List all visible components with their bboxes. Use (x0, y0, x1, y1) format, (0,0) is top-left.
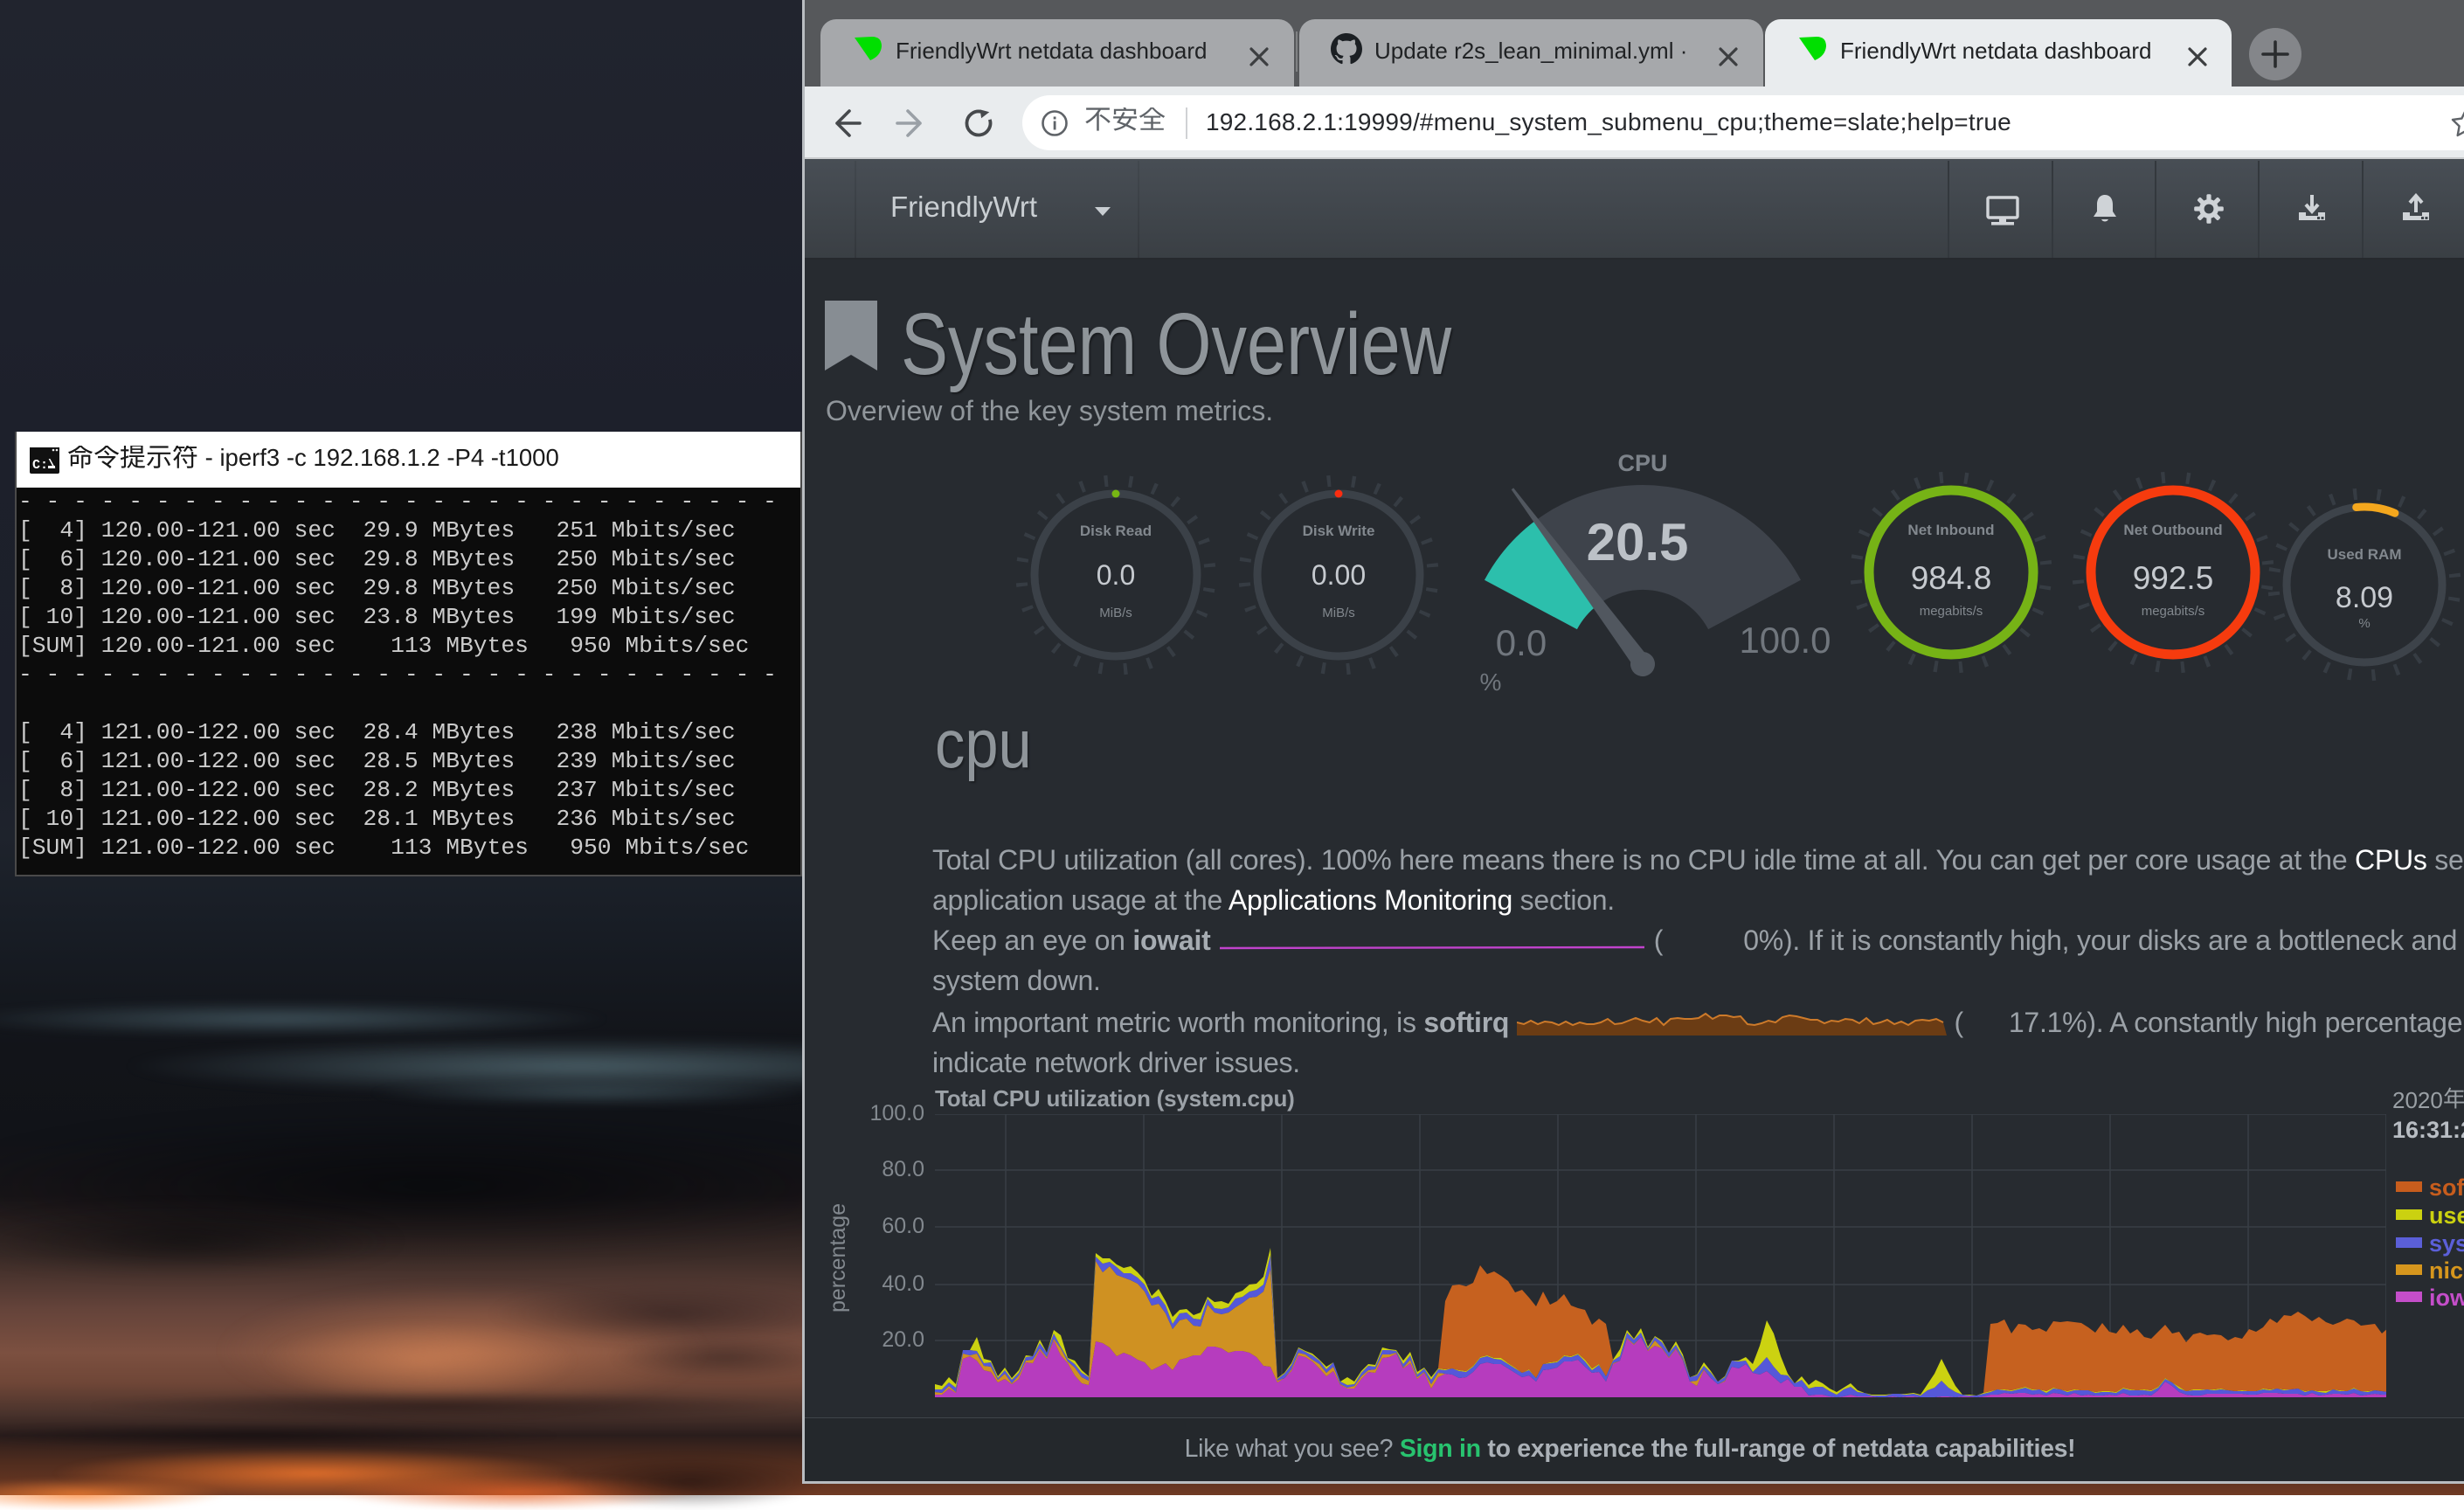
svg-text:C:\: C:\ (32, 458, 56, 473)
